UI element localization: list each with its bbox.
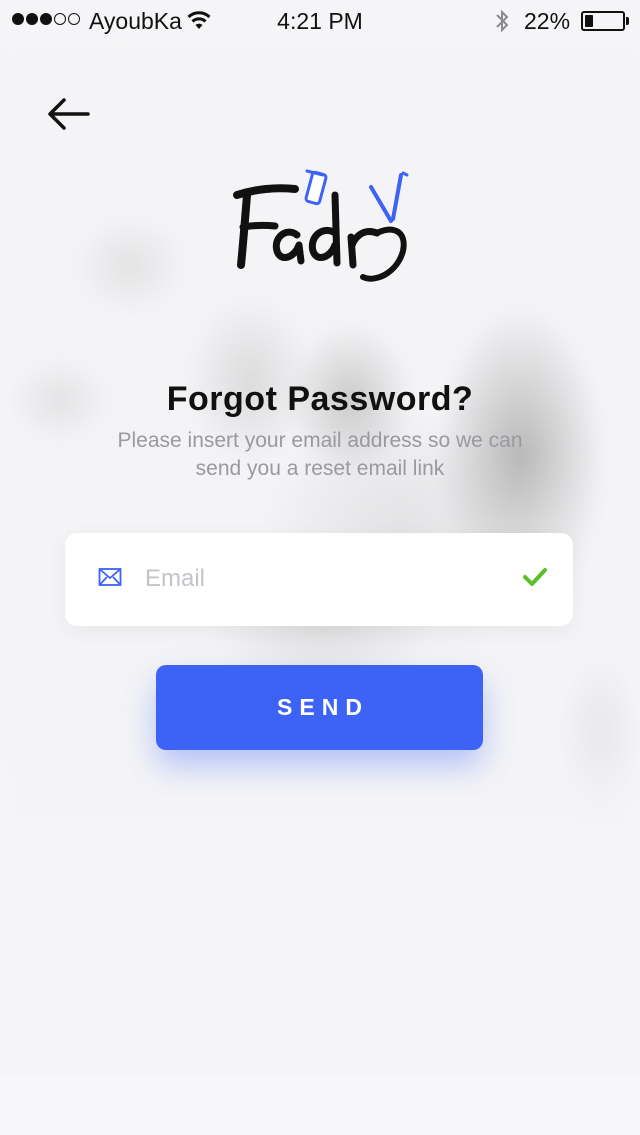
battery-cap [626,17,629,25]
battery-percent: 22% [524,8,571,34]
subtitle-line-1: Please insert your email address so we c… [117,429,523,452]
checkmark-icon [523,568,547,586]
fadr-logo [225,165,420,290]
mail-icon [98,568,122,586]
email-field[interactable] [65,533,573,626]
page-subtitle: Please insert your email address so we c… [100,427,540,483]
bottom-strip [0,1075,640,1135]
battery-level [585,15,593,27]
email-input[interactable] [145,555,505,603]
fadr-logo-mark [233,169,409,282]
back-button[interactable] [40,90,100,138]
razor-icon [369,171,409,223]
battery-icon [581,11,625,31]
status-bar: AyoubKa 4:21 PM 22% [0,0,640,40]
forgot-password-screen: AyoubKa 4:21 PM 22% Forgot Password? Ple… [0,0,640,1135]
bluetooth-icon [496,9,509,33]
send-button[interactable]: SEND [156,665,483,750]
arrow-left-icon [48,98,90,130]
clipper-icon [304,169,328,206]
page-title: Forgot Password? [166,380,474,418]
subtitle-line-2: send you a reset email link [195,457,445,480]
